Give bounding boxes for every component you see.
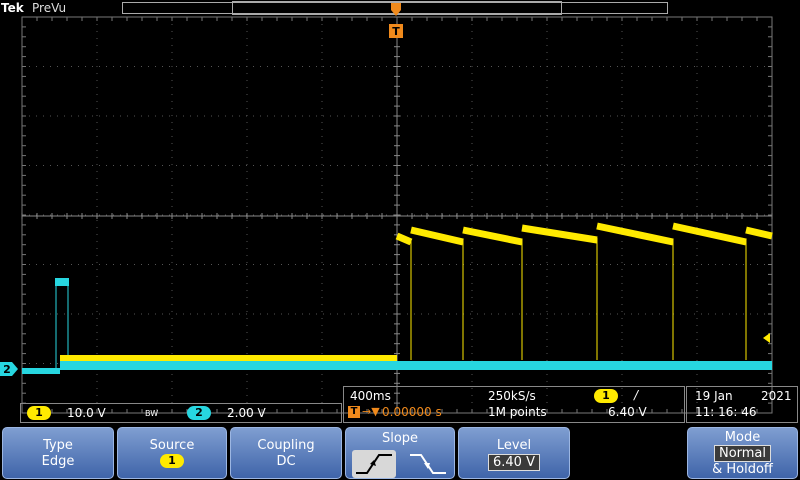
trigger-slope-symbol: / xyxy=(634,388,639,402)
sample-rate: 250kS/s xyxy=(488,389,536,403)
time: 11: 16: 46 xyxy=(695,405,757,419)
channel-readout: 1 10.0 V BW 2 2.00 V xyxy=(20,403,342,423)
rising-edge-icon[interactable] xyxy=(352,450,396,478)
type-label: Type xyxy=(43,438,73,453)
trigger-delay-arrow-icon: →▼ xyxy=(362,405,380,418)
ch2-marker-label: 2 xyxy=(3,363,11,376)
holdoff-label: & Holdoff xyxy=(712,462,773,477)
trigger-position-icon: T xyxy=(348,406,360,418)
level-button[interactable]: Level 6.40 V xyxy=(458,427,570,479)
ch2-trace-baseline xyxy=(60,361,772,370)
ch2-scale: 2.00 V xyxy=(227,406,266,420)
level-label: Level xyxy=(496,438,532,453)
year: 2021 xyxy=(761,389,792,403)
record-length: 1M points xyxy=(488,405,547,419)
date: 19 Jan xyxy=(695,389,733,403)
ch1-trace-baseline xyxy=(60,355,397,362)
type-button[interactable]: Type Edge xyxy=(2,427,114,479)
trigger-level-marker[interactable] xyxy=(763,333,770,343)
source-label: Source xyxy=(149,438,195,453)
slope-label: Slope xyxy=(381,431,419,446)
trigger-marker-label: T xyxy=(392,25,400,38)
coupling-label: Coupling xyxy=(257,438,315,453)
source-value-badge: 1 xyxy=(160,454,184,468)
ch2-badge[interactable]: 2 xyxy=(187,406,211,420)
source-button[interactable]: Source 1 xyxy=(117,427,227,479)
ch2-trace-segment xyxy=(22,368,60,374)
ch2-trace-pulse xyxy=(55,278,69,286)
mode-holdoff-button[interactable]: Mode Normal & Holdoff xyxy=(687,427,798,479)
type-value: Edge xyxy=(41,454,75,469)
mode-value: Normal xyxy=(713,445,772,462)
ch2-ground-marker[interactable]: 2 xyxy=(0,362,18,376)
trigger-level-readout: 6.40 V xyxy=(608,405,647,419)
graticule xyxy=(21,16,773,414)
slope-button[interactable]: Slope xyxy=(345,427,455,479)
falling-edge-icon[interactable] xyxy=(406,450,450,478)
coupling-button[interactable]: Coupling DC xyxy=(230,427,342,479)
timebase-trigger-readout: 400ms 250kS/s 1 / T →▼ 0.00000 s 1M poin… xyxy=(343,386,685,423)
horizontal-position: 0.00000 s xyxy=(382,405,442,419)
date-time-readout: 19 Jan 2021 11: 16: 46 xyxy=(686,386,798,423)
trigger-menu-bar: Type Edge Source 1 Coupling DC Slope Lev… xyxy=(0,425,800,480)
bandwidth-limit-icon: BW xyxy=(145,409,159,418)
ch1-trace-sawtooth xyxy=(395,222,773,246)
level-value: 6.40 V xyxy=(488,454,540,471)
trigger-source-badge[interactable]: 1 xyxy=(594,389,618,403)
trigger-position-marker[interactable]: T xyxy=(389,3,403,38)
ch1-badge[interactable]: 1 xyxy=(27,406,51,420)
coupling-value: DC xyxy=(276,454,296,469)
horizontal-scale: 400ms xyxy=(350,389,391,403)
mode-label: Mode xyxy=(724,430,761,445)
ch1-trace-drops xyxy=(410,238,747,360)
ch1-scale: 10.0 V xyxy=(67,406,106,420)
